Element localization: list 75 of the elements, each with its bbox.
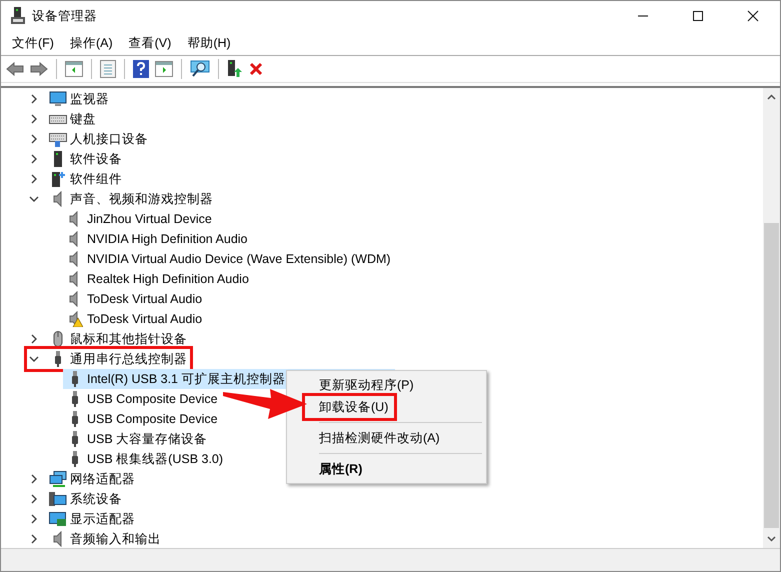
close-icon[interactable] [747,10,759,22]
computer-icon [49,491,67,507]
category-label[interactable]: 软件设备 [70,150,122,168]
category-label[interactable]: 声音、视频和游戏控制器 [70,190,213,208]
device-row[interactable]: ToDesk Virtual Audio [63,309,206,329]
menu-item[interactable]: 查看(V) [120,34,180,52]
device-label: Realtek High Definition Audio [87,272,249,286]
menu-item[interactable]: 文件(F) [4,34,62,52]
device-row[interactable]: USB Composite Device [63,409,222,429]
menu-item[interactable]: 帮助(H) [179,34,239,52]
category-label[interactable]: 监视器 [70,90,109,108]
device-row[interactable]: USB 根集线器(USB 3.0) [63,449,228,469]
chevron-right-icon[interactable] [29,334,39,344]
category-label[interactable]: 鼠标和其他指针设备 [70,330,187,348]
device-label: ToDesk Virtual Audio [87,312,202,326]
device-label: USB Composite Device [87,412,218,426]
scroll-thumb[interactable] [764,223,779,528]
device-label: USB 根集线器(USB 3.0) [87,450,224,468]
scroll-down-icon[interactable] [767,536,776,542]
app-icon [10,7,26,25]
device-icon [49,171,67,187]
chevron-down-icon[interactable] [29,194,39,204]
category-label[interactable]: 音频输入和输出 [70,530,161,548]
device-row[interactable]: ToDesk Virtual Audio [63,289,206,309]
chevron-down-icon[interactable] [29,354,39,364]
device-label: NVIDIA High Definition Audio [87,232,248,246]
chevron-right-icon[interactable] [29,494,39,504]
chevron-right-icon[interactable] [29,534,39,544]
chevron-right-icon[interactable] [29,154,39,164]
context-menu-item[interactable]: 属性(R) [289,458,362,480]
network-icon [49,471,67,487]
category-label[interactable]: 通用串行总线控制器 [70,350,187,368]
chevron-right-icon[interactable] [29,514,39,524]
context-menu-item[interactable]: 卸载设备(U) [305,396,394,418]
device-row[interactable]: NVIDIA High Definition Audio [63,229,252,249]
scroll-up-icon[interactable] [767,94,776,100]
chevron-right-icon[interactable] [29,174,39,184]
device-row[interactable]: USB Composite Device [63,389,222,409]
monitor-icon [49,91,67,107]
device-row[interactable]: NVIDIA Virtual Audio Device (Wave Extensible) (WDM) [63,249,395,269]
device-label: USB 大容量存储设备 [87,430,208,448]
maximize-icon[interactable] [692,10,704,22]
category-label[interactable]: 显示适配器 [70,510,135,528]
device-label: NVIDIA Virtual Audio Device (Wave Extensible) (WDM) [87,252,391,266]
device-row[interactable]: JinZhou Virtual Device [63,209,216,229]
chevron-right-icon[interactable] [29,94,39,104]
display-card-icon [49,511,67,527]
chevron-right-icon[interactable] [29,114,39,124]
delete-icon[interactable] [249,62,263,76]
keyboard-icon [49,131,67,147]
device-label: JinZhou Virtual Device [87,212,212,226]
device-label: ToDesk Virtual Audio [87,292,202,306]
help-icon[interactable] [133,60,149,78]
device-update-icon[interactable] [227,60,243,78]
menu-item[interactable]: 操作(A) [62,34,121,52]
device-label: Intel(R) USB 3.1 可扩展主机控制器 [87,370,286,388]
window-title: 设备管理器 [32,8,97,24]
category-label[interactable]: 系统设备 [70,490,122,508]
device-row[interactable]: Realtek High Definition Audio [63,269,253,289]
category-label[interactable]: 软件组件 [70,170,122,188]
chevron-right-icon[interactable] [29,474,39,484]
category-label[interactable]: 键盘 [70,110,96,128]
forward-icon[interactable] [30,62,48,76]
scrollbar[interactable] [763,88,780,548]
device-row[interactable]: USB 大容量存储设备 [63,429,212,449]
category-label[interactable]: 人机接口设备 [70,130,148,148]
list-icon[interactable] [100,60,116,78]
context-menu-item[interactable]: 扫描检测硬件改动(A) [289,427,440,449]
chevron-right-icon[interactable] [29,134,39,144]
category-label[interactable]: 网络适配器 [70,470,135,488]
monitor-search-icon[interactable] [190,60,210,78]
window-panel-icon[interactable] [65,61,83,77]
back-icon[interactable] [6,62,24,76]
window-panel-icon[interactable] [155,61,173,77]
device-label: USB Composite Device [87,392,218,406]
